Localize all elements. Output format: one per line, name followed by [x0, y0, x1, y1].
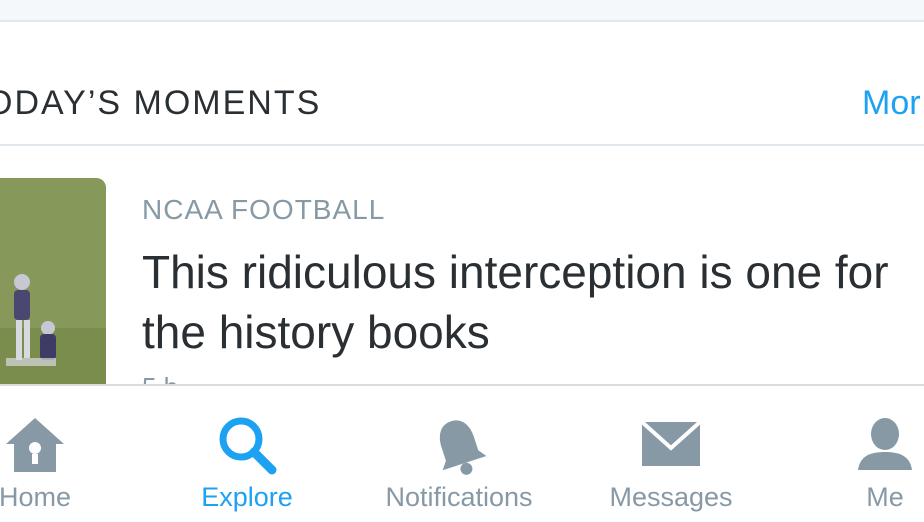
person-icon	[854, 414, 916, 479]
tab-notifications[interactable]: Notifications	[364, 386, 554, 522]
tab-explore[interactable]: Explore	[172, 386, 322, 522]
tab-bar: Home Explore Notifications Messages Me	[0, 384, 924, 522]
envelope-icon	[640, 414, 702, 475]
moment-meta: 5 h	[142, 372, 178, 384]
home-icon	[2, 414, 68, 481]
tab-explore-label: Explore	[201, 482, 293, 512]
moment-headline[interactable]: This ridiculous interception is one for …	[142, 242, 902, 362]
tab-home[interactable]: Home	[0, 386, 110, 522]
moment-thumbnail[interactable]	[0, 178, 106, 384]
tab-me[interactable]: Me	[820, 386, 924, 522]
moments-section-header: ODAY’S MOMENTS Mor	[0, 22, 924, 146]
tab-messages[interactable]: Messages	[596, 386, 746, 522]
moment-card[interactable]: NCAA FOOTBALL This ridiculous intercepti…	[0, 146, 924, 384]
tab-messages-label: Messages	[609, 482, 733, 512]
bell-icon	[428, 414, 490, 483]
search-icon	[216, 414, 278, 481]
top-strip	[0, 0, 924, 22]
tab-notifications-label: Notifications	[385, 482, 533, 512]
tab-me-label: Me	[866, 482, 904, 512]
tab-home-label: Home	[0, 482, 72, 512]
section-title: ODAY’S MOMENTS	[0, 84, 322, 122]
more-link[interactable]: Mor	[862, 84, 921, 123]
moment-category: NCAA FOOTBALL	[142, 194, 386, 225]
